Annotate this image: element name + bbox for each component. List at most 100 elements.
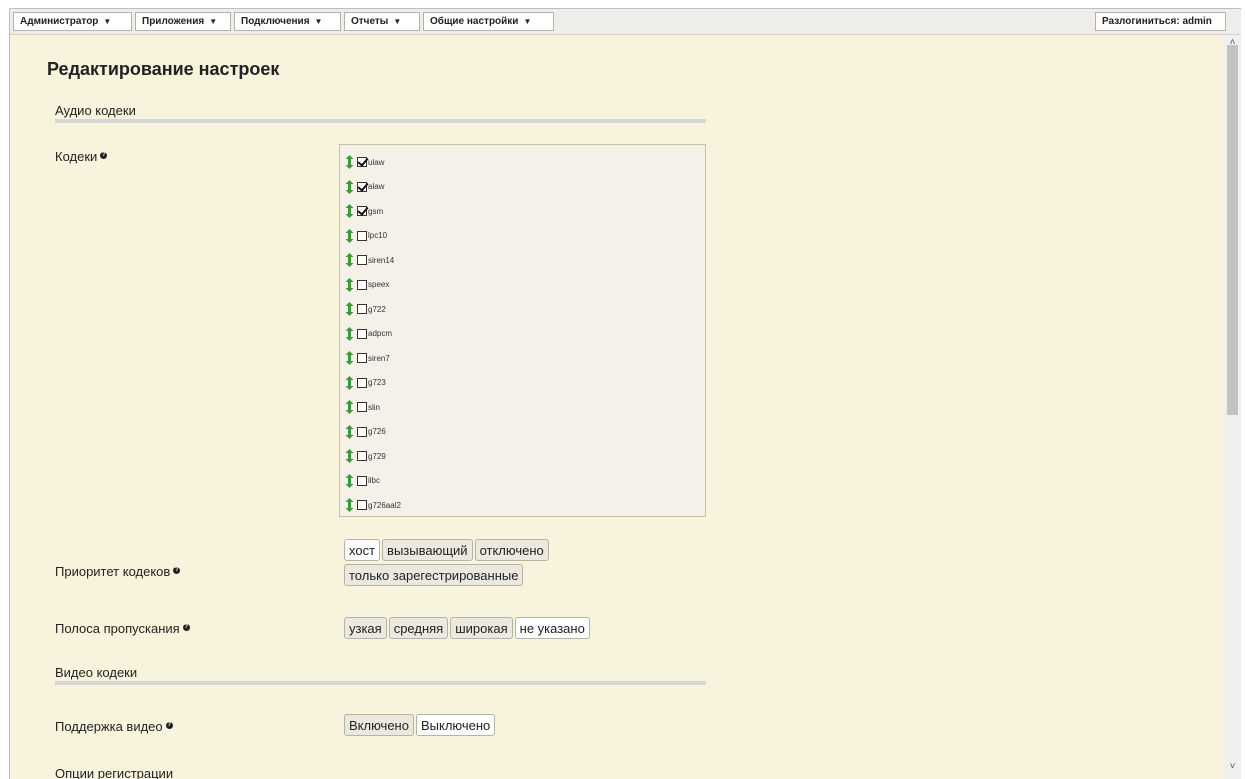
codec-checkbox[interactable] bbox=[357, 181, 367, 192]
codecs-label: Кодеки? bbox=[55, 149, 108, 164]
up-down-arrow-icon[interactable] bbox=[345, 375, 354, 390]
menu-label: Отчеты bbox=[351, 16, 389, 27]
codec-checkbox[interactable] bbox=[357, 451, 367, 461]
section-title-video: Видео кодеки bbox=[55, 665, 138, 680]
caret-down-icon: ▼ bbox=[209, 17, 218, 26]
section-divider bbox=[55, 119, 706, 123]
video-support-option-button[interactable]: Включено bbox=[344, 714, 414, 736]
menu-label: Приложения bbox=[142, 16, 205, 27]
codec-checkbox[interactable] bbox=[357, 402, 367, 412]
scroll-down-icon[interactable]: ˅ bbox=[1224, 759, 1241, 775]
codec-row-siren14[interactable]: siren14 bbox=[345, 253, 394, 267]
codec-row-slin[interactable]: slin bbox=[345, 400, 380, 414]
codec-name: slin bbox=[368, 402, 381, 412]
codec-checkbox[interactable] bbox=[357, 475, 367, 486]
question-circle-icon[interactable]: ? bbox=[173, 567, 181, 574]
caret-down-icon: ▼ bbox=[103, 17, 112, 26]
menu-label: Администратор bbox=[20, 16, 99, 27]
up-down-arrow-icon[interactable] bbox=[345, 179, 354, 194]
page-title: Редактирование настроек bbox=[47, 59, 280, 79]
question-circle-icon[interactable]: ? bbox=[182, 624, 190, 631]
video-support-option-button[interactable]: Выключено bbox=[415, 714, 496, 736]
codec-priority-option-button[interactable]: только зарегестрированные bbox=[344, 564, 524, 586]
up-down-arrow-icon[interactable] bbox=[345, 228, 354, 243]
codecs-label-text: Кодеки bbox=[55, 149, 98, 164]
scrollbar-thumb[interactable] bbox=[1227, 45, 1238, 415]
codec-name: speex bbox=[368, 280, 390, 289]
codec-name: lpc10 bbox=[368, 231, 388, 240]
codec-checkbox[interactable] bbox=[357, 304, 367, 314]
codec-row-g722[interactable]: g722 bbox=[345, 302, 386, 316]
codec-priority-option-button[interactable]: вызывающий bbox=[382, 539, 473, 561]
codec-row-speex[interactable]: speex bbox=[345, 277, 390, 292]
bandwidth-option-button[interactable]: широкая bbox=[450, 617, 513, 639]
vertical-scrollbar[interactable]: ˄ ˅ bbox=[1224, 35, 1241, 779]
menu-applications[interactable]: Приложения ▼ bbox=[135, 12, 231, 31]
codec-checkbox[interactable] bbox=[357, 500, 367, 510]
up-down-arrow-icon[interactable] bbox=[345, 424, 354, 439]
menu-reports[interactable]: Отчеты ▼ bbox=[344, 12, 420, 31]
codec-checkbox[interactable] bbox=[357, 279, 367, 290]
codec-priority-label: Приоритет кодеков? bbox=[55, 564, 181, 579]
logout-label: Разлогиниться: admin bbox=[1102, 16, 1212, 27]
codec-checkbox[interactable] bbox=[357, 328, 367, 339]
up-down-arrow-icon[interactable] bbox=[345, 449, 354, 463]
up-down-arrow-icon[interactable] bbox=[345, 326, 354, 341]
codec-name: ilbc bbox=[368, 476, 381, 485]
logout-button[interactable]: Разлогиниться: admin bbox=[1095, 12, 1226, 31]
codec-row-adpcm[interactable]: adpcm bbox=[345, 326, 393, 341]
top-menu-bar: Администратор ▼ Приложения ▼ Подключения ▼ … bbox=[10, 9, 1241, 35]
up-down-arrow-icon[interactable] bbox=[345, 155, 354, 169]
codec-row-lpc10[interactable]: lpc10 bbox=[345, 228, 388, 243]
codec-priority-option-button[interactable]: хост bbox=[344, 539, 381, 561]
caret-down-icon: ▼ bbox=[393, 17, 402, 26]
codec-row-g726[interactable]: g726 bbox=[345, 424, 386, 439]
menu-administrator[interactable]: Администратор ▼ bbox=[13, 12, 132, 31]
section-title-registration: Опции регистрации bbox=[55, 766, 174, 779]
codec-row-g729[interactable]: g729 bbox=[345, 449, 386, 463]
up-down-arrow-icon[interactable] bbox=[345, 473, 354, 488]
up-down-arrow-icon[interactable] bbox=[345, 253, 354, 267]
codec-row-g726aal2[interactable]: g726aal2 bbox=[345, 498, 401, 512]
codec-name: ulaw bbox=[368, 157, 385, 167]
up-down-arrow-icon[interactable] bbox=[345, 498, 354, 512]
menu-connections[interactable]: Подключения ▼ bbox=[234, 12, 341, 31]
bandwidth-option-button[interactable]: узкая bbox=[344, 617, 387, 639]
codec-checkbox[interactable] bbox=[357, 353, 367, 363]
codec-row-ulaw[interactable]: ulaw bbox=[345, 155, 384, 169]
codec-checkbox[interactable] bbox=[357, 206, 367, 216]
menu-general-settings[interactable]: Общие настройки ▼ bbox=[423, 12, 554, 31]
up-down-arrow-icon[interactable] bbox=[345, 400, 354, 414]
video-support-buttons: Включено Выключено bbox=[344, 714, 496, 736]
bandwidth-option-button[interactable]: не указано bbox=[514, 617, 590, 639]
question-circle-icon[interactable]: ? bbox=[100, 152, 108, 159]
codec-row-siren7[interactable]: siren7 bbox=[345, 351, 390, 365]
codec-checkbox[interactable] bbox=[357, 230, 367, 241]
up-down-arrow-icon[interactable] bbox=[345, 277, 354, 292]
codec-row-g723[interactable]: g723 bbox=[345, 375, 386, 390]
bandwidth-label-text: Полоса пропускания bbox=[55, 621, 180, 636]
codec-list: ulaw alaw gsm lpc10 siren14 speex g722 adpcm sir… bbox=[339, 144, 706, 517]
codec-checkbox[interactable] bbox=[357, 157, 367, 167]
codec-priority-option-button[interactable]: отключено bbox=[474, 539, 549, 561]
codec-name: g726 bbox=[368, 427, 386, 436]
bandwidth-label: Полоса пропускания? bbox=[55, 621, 190, 636]
video-support-label-text: Поддержка видео bbox=[55, 719, 163, 734]
codec-checkbox[interactable] bbox=[357, 426, 367, 437]
bandwidth-option-button[interactable]: средняя bbox=[388, 617, 449, 639]
question-circle-icon[interactable]: ? bbox=[165, 722, 173, 729]
codec-checkbox[interactable] bbox=[357, 377, 367, 388]
codec-row-ilbc[interactable]: ilbc bbox=[345, 473, 381, 488]
codec-row-gsm[interactable]: gsm bbox=[345, 204, 383, 218]
codec-name: alaw bbox=[368, 182, 385, 191]
menu-label: Общие настройки bbox=[430, 16, 519, 27]
caret-down-icon: ▼ bbox=[314, 17, 323, 26]
codec-name: adpcm bbox=[368, 329, 393, 338]
bandwidth-buttons: узкая средняя широкая не указано bbox=[344, 617, 590, 639]
up-down-arrow-icon[interactable] bbox=[345, 204, 354, 218]
codec-row-alaw[interactable]: alaw bbox=[345, 179, 385, 194]
video-support-label: Поддержка видео? bbox=[55, 719, 173, 734]
codec-checkbox[interactable] bbox=[357, 255, 367, 265]
up-down-arrow-icon[interactable] bbox=[345, 302, 354, 316]
up-down-arrow-icon[interactable] bbox=[345, 351, 354, 365]
